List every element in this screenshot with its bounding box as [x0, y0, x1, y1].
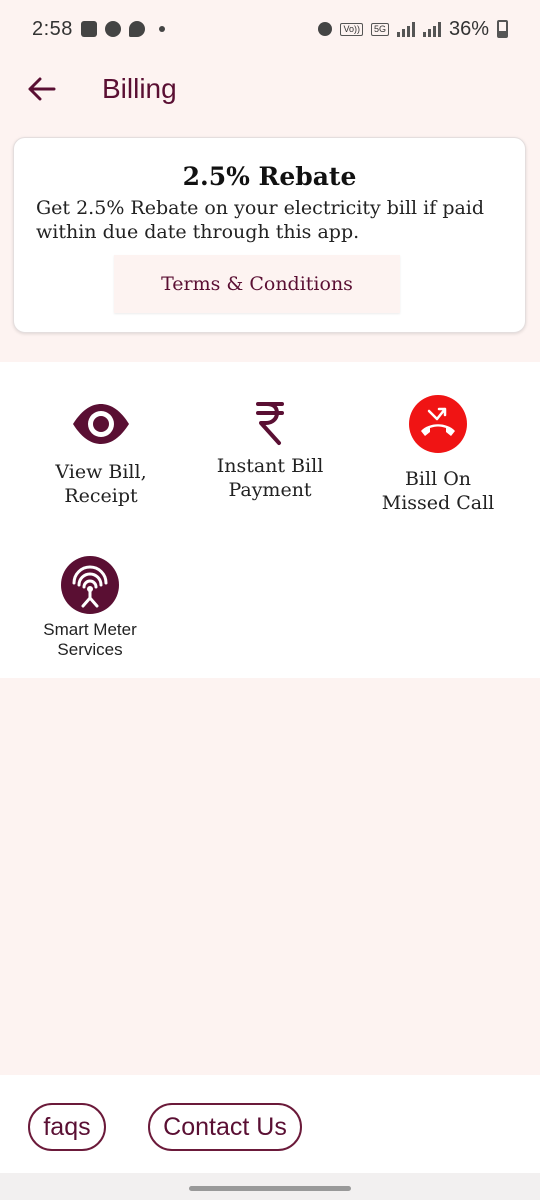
arrow-left-icon [28, 77, 56, 101]
status-time: 2:58 [32, 17, 73, 40]
bill-on-missed-call-button[interactable]: Bill On Missed Call [378, 395, 498, 515]
faqs-button[interactable]: faqs [28, 1103, 106, 1151]
antenna-icon [61, 556, 119, 614]
view-bill-receipt-button[interactable]: View Bill, Receipt [40, 402, 162, 508]
status-left: 2:58 [32, 18, 165, 41]
bill-on-missed-call-label: Bill On Missed Call [381, 468, 495, 514]
rebate-card: 2.5% Rebate Get 2.5% Rebate on your elec… [13, 137, 526, 333]
system-navigation-bar [0, 1173, 540, 1200]
whatsapp-notification-icon [104, 21, 121, 37]
status-right: Vo)) 5G 36% [318, 18, 508, 41]
alarm-icon [318, 22, 333, 36]
view-bill-receipt-label: View Bill, Receipt [55, 461, 147, 507]
smart-meter-services-button[interactable]: Smart Meter Services [30, 556, 150, 660]
signal-strength-2-icon [422, 21, 441, 37]
more-notifications-icon [158, 26, 165, 32]
page-title: Billing [102, 73, 177, 104]
smart-meter-services-label: Smart Meter Services [43, 620, 137, 659]
instant-bill-payment-label: Instant Bill Payment [216, 455, 324, 501]
missed-call-icon [409, 395, 467, 453]
network-type-indicator: 5G [370, 22, 389, 36]
footer: faqs Contact Us [0, 1075, 540, 1173]
chat-notification-icon [128, 21, 145, 37]
app-bar: Billing [0, 58, 540, 120]
signal-strength-icon [396, 21, 415, 37]
gallery-notification-icon [80, 21, 97, 37]
battery-percent: 36% [448, 17, 489, 40]
battery-icon [497, 20, 508, 38]
rebate-title: 2.5% Rebate [182, 162, 357, 191]
eye-icon [73, 404, 129, 444]
instant-bill-payment-button[interactable]: Instant Bill Payment [204, 400, 336, 502]
rupee-icon [256, 402, 284, 445]
status-bar: 2:58 Vo)) 5G 36% [0, 0, 540, 58]
home-indicator[interactable] [189, 1186, 351, 1191]
contact-us-button[interactable]: Contact Us [148, 1103, 302, 1151]
volte-indicator: Vo)) [340, 22, 363, 36]
back-button[interactable] [12, 63, 72, 115]
rebate-description: Get 2.5% Rebate on your electricity bill… [36, 197, 485, 243]
terms-conditions-button[interactable]: Terms & Conditions [114, 255, 400, 313]
services-grid: View Bill, Receipt Instant Bill Payment … [0, 362, 540, 678]
